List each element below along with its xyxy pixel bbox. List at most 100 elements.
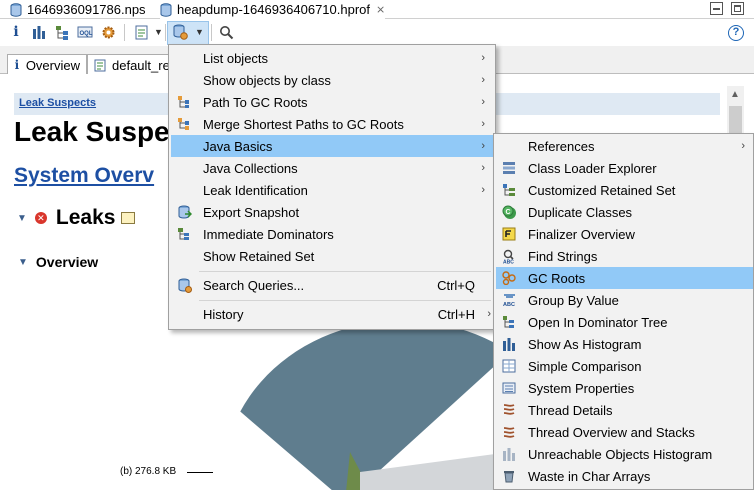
menu-separator: [199, 300, 491, 301]
menu-item-show-retained-set[interactable]: Show Retained Set: [171, 245, 493, 267]
path-to-gc-roots-icon: [176, 94, 192, 110]
menu-separator: [199, 271, 491, 272]
scroll-up-icon[interactable]: ▲: [730, 89, 740, 100]
menu-item-unreachable-objects-histogram[interactable]: Unreachable Objects Histogram: [496, 443, 753, 465]
find-strings-icon: ABC: [501, 248, 517, 264]
menu-item-customized-retained-set[interactable]: Customized Retained Set: [496, 179, 753, 201]
svg-text:ABC: ABC: [503, 302, 515, 308]
menu-item-path-to-gc-roots[interactable]: Path To GC Roots ›: [171, 91, 493, 113]
query-browser-icon[interactable]: [172, 24, 188, 40]
info-icon: i: [14, 58, 20, 72]
menu-item-leak-identification[interactable]: Leak Identification ›: [171, 179, 493, 201]
menu-item-list-objects[interactable]: List objects ›: [171, 47, 493, 69]
chevron-right-icon: ›: [481, 96, 485, 108]
tab-label: default_re: [112, 57, 170, 73]
menu-item-thread-overview-and-stacks[interactable]: Thread Overview and Stacks: [496, 421, 753, 443]
menu-item-gc-roots[interactable]: GC Roots: [496, 267, 753, 289]
group-by-value-icon: ABC: [501, 292, 517, 308]
report-icon[interactable]: [133, 24, 149, 40]
menu-item-simple-comparison[interactable]: Simple Comparison: [496, 355, 753, 377]
shortcut-label: Ctrl+Q: [437, 277, 475, 293]
menu-item-export-snapshot[interactable]: Export Snapshot: [171, 201, 493, 223]
open-in-dominator-tree-icon: [501, 314, 517, 330]
collapse-icon[interactable]: ▼: [18, 257, 28, 268]
svg-text:ABC: ABC: [503, 259, 514, 264]
menu-item-java-collections[interactable]: Java Collections ›: [171, 157, 493, 179]
menu-item-find-strings[interactable]: ABC Find Strings: [496, 245, 753, 267]
details-icon[interactable]: [121, 212, 136, 224]
customized-retained-set-icon: [501, 182, 517, 198]
toolbar-separator: [124, 24, 125, 41]
finalizer-overview-icon: [501, 226, 517, 242]
simple-comparison-icon: [501, 358, 517, 374]
page-title: Leak Suspe: [14, 116, 170, 147]
histogram-icon[interactable]: [31, 24, 47, 40]
chevron-right-icon: ›: [481, 140, 485, 152]
show-as-histogram-icon: [501, 336, 517, 352]
duplicate-classes-icon: C: [501, 204, 517, 220]
chevron-down-icon[interactable]: ▼: [195, 27, 204, 37]
svg-text:C: C: [505, 209, 510, 216]
close-icon[interactable]: ⨯: [376, 3, 385, 16]
tab-hprof-file[interactable]: heapdump-1646936406710.hprof ⨯: [160, 0, 386, 19]
info-icon[interactable]: i: [8, 24, 24, 40]
system-overview-link[interactable]: System Overv: [14, 164, 154, 188]
search-queries-icon: [176, 277, 192, 293]
error-icon: ✕: [34, 212, 47, 224]
menu-item-finalizer-overview[interactable]: Finalizer Overview: [496, 223, 753, 245]
chevron-right-icon: ›: [481, 162, 485, 174]
maximize-button[interactable]: [731, 2, 744, 15]
export-snapshot-icon: [176, 204, 192, 220]
chevron-right-icon: ›: [481, 52, 485, 64]
menu-item-waste-in-char-arrays[interactable]: Waste in Char Arrays: [496, 465, 753, 487]
menu-item-show-as-histogram[interactable]: Show As Histogram: [496, 333, 753, 355]
tab-label: Overview: [25, 57, 80, 73]
gc-roots-icon: [501, 270, 517, 286]
unreachable-objects-icon: [501, 446, 517, 462]
java-basics-submenu: References › Class Loader Explorer Custo…: [493, 133, 754, 490]
pie-leader-line: [187, 472, 213, 473]
tab-overview[interactable]: i Overview: [7, 54, 87, 75]
svg-text:OQL: OQL: [80, 31, 93, 37]
menu-item-class-loader-explorer[interactable]: Class Loader Explorer: [496, 157, 753, 179]
editor-tab-bar: 1646936091786.nps heapdump-1646936406710…: [0, 0, 754, 19]
toolbar-separator: [211, 24, 212, 41]
tab-default-report[interactable]: default_re: [87, 54, 177, 75]
minimize-button[interactable]: [710, 2, 723, 15]
menu-item-open-in-dominator-tree[interactable]: Open In Dominator Tree: [496, 311, 753, 333]
menu-item-merge-shortest-paths[interactable]: Merge Shortest Paths to GC Roots ›: [171, 113, 493, 135]
overview-heading: Overview: [35, 254, 99, 270]
gear-icon[interactable]: [100, 24, 116, 40]
oql-icon[interactable]: OQL: [77, 24, 93, 40]
menu-item-history[interactable]: History Ctrl+H ›: [171, 303, 493, 325]
overview-heading-row: ▼ Overview: [18, 254, 98, 270]
tab-nps-file[interactable]: 1646936091786.nps: [10, 0, 146, 19]
menu-item-immediate-dominators[interactable]: Immediate Dominators: [171, 223, 493, 245]
breadcrumb-link[interactable]: Leak Suspects: [19, 97, 96, 109]
dominator-tree-icon[interactable]: [54, 24, 70, 40]
pie-chart: [219, 320, 510, 490]
pie-label: (b) 276.8 KB: [120, 466, 177, 477]
menu-item-thread-details[interactable]: Thread Details: [496, 399, 753, 421]
chevron-right-icon: ›: [481, 184, 485, 196]
menu-item-system-properties[interactable]: System Properties: [496, 377, 753, 399]
window-controls: [710, 2, 744, 15]
leaks-heading: Leaks: [55, 206, 116, 229]
help-button[interactable]: ?: [728, 25, 744, 41]
menu-item-duplicate-classes[interactable]: C Duplicate Classes: [496, 201, 753, 223]
menu-item-group-by-value[interactable]: ABC Group By Value: [496, 289, 753, 311]
toolbar: i OQL ▼ ▼ ?: [0, 19, 754, 46]
thread-overview-icon: [501, 424, 517, 440]
chevron-down-icon[interactable]: ▼: [154, 27, 163, 37]
chevron-right-icon: ›: [481, 74, 485, 86]
menu-item-references[interactable]: References ›: [496, 135, 753, 157]
collapse-icon[interactable]: ▼: [17, 213, 27, 224]
toolbar-separator: [165, 24, 166, 41]
menu-item-java-basics[interactable]: Java Basics ›: [171, 135, 493, 157]
chevron-right-icon: ›: [481, 118, 485, 130]
menu-item-search-queries[interactable]: Search Queries... Ctrl+Q: [171, 274, 493, 296]
thread-details-icon: [501, 402, 517, 418]
search-icon[interactable]: [218, 24, 234, 40]
waste-in-char-arrays-icon: [501, 468, 517, 484]
menu-item-show-objects-by-class[interactable]: Show objects by class ›: [171, 69, 493, 91]
